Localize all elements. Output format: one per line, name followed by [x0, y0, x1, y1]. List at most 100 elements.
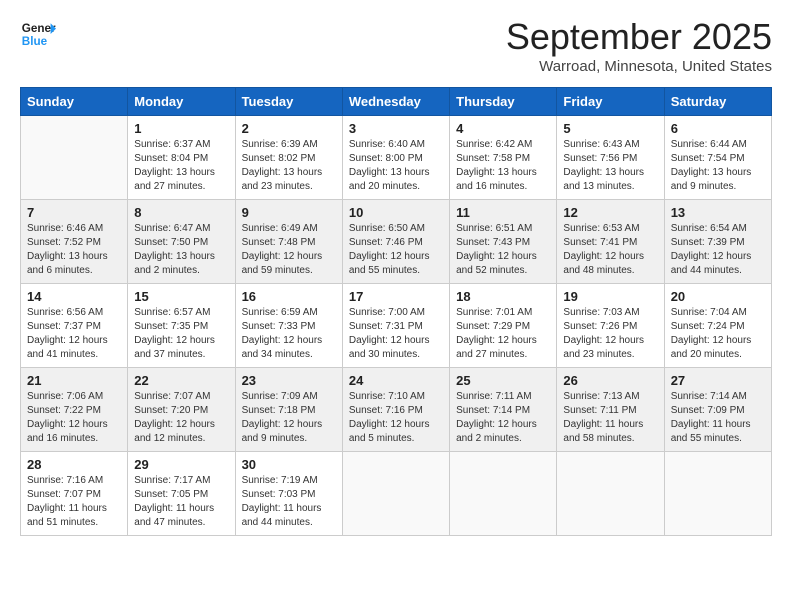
calendar-cell: 29 Sunrise: 7:17 AMSunset: 7:05 PMDayligh…	[128, 452, 235, 536]
logo: General Blue	[20, 16, 56, 52]
day-info: Sunrise: 6:56 AMSunset: 7:37 PMDaylight:…	[27, 306, 121, 362]
day-info: Sunrise: 7:03 AMSunset: 7:26 PMDaylight:…	[563, 306, 657, 362]
day-number: 20	[671, 289, 765, 304]
day-number: 4	[456, 121, 550, 136]
calendar-cell: 12 Sunrise: 6:53 AMSunset: 7:41 PMDayligh…	[557, 200, 664, 284]
day-number: 22	[134, 373, 228, 388]
calendar-cell	[450, 452, 557, 536]
calendar-table: SundayMondayTuesdayWednesdayThursdayFrid…	[20, 87, 772, 536]
day-number: 9	[242, 205, 336, 220]
day-info: Sunrise: 7:19 AMSunset: 7:03 PMDaylight:…	[242, 474, 336, 530]
day-info: Sunrise: 6:59 AMSunset: 7:33 PMDaylight:…	[242, 306, 336, 362]
calendar-cell	[557, 452, 664, 536]
svg-text:Blue: Blue	[22, 35, 48, 48]
day-info: Sunrise: 6:40 AMSunset: 8:00 PMDaylight:…	[349, 138, 443, 194]
day-info: Sunrise: 7:16 AMSunset: 7:07 PMDaylight:…	[27, 474, 121, 530]
calendar-cell: 4 Sunrise: 6:42 AMSunset: 7:58 PMDaylight…	[450, 116, 557, 200]
day-info: Sunrise: 6:44 AMSunset: 7:54 PMDaylight:…	[671, 138, 765, 194]
weekday-header-thursday: Thursday	[450, 88, 557, 116]
day-number: 27	[671, 373, 765, 388]
calendar-cell: 30 Sunrise: 7:19 AMSunset: 7:03 PMDayligh…	[235, 452, 342, 536]
day-info: Sunrise: 7:07 AMSunset: 7:20 PMDaylight:…	[134, 390, 228, 446]
calendar-cell: 22 Sunrise: 7:07 AMSunset: 7:20 PMDayligh…	[128, 368, 235, 452]
day-number: 10	[349, 205, 443, 220]
weekday-header-sunday: Sunday	[21, 88, 128, 116]
day-number: 16	[242, 289, 336, 304]
location-title: Warroad, Minnesota, United States	[506, 58, 772, 75]
day-number: 18	[456, 289, 550, 304]
day-info: Sunrise: 7:00 AMSunset: 7:31 PMDaylight:…	[349, 306, 443, 362]
day-info: Sunrise: 6:39 AMSunset: 8:02 PMDaylight:…	[242, 138, 336, 194]
calendar-cell: 18 Sunrise: 7:01 AMSunset: 7:29 PMDayligh…	[450, 284, 557, 368]
day-info: Sunrise: 7:09 AMSunset: 7:18 PMDaylight:…	[242, 390, 336, 446]
day-number: 15	[134, 289, 228, 304]
calendar-cell	[342, 452, 449, 536]
calendar-cell: 10 Sunrise: 6:50 AMSunset: 7:46 PMDayligh…	[342, 200, 449, 284]
day-info: Sunrise: 7:04 AMSunset: 7:24 PMDaylight:…	[671, 306, 765, 362]
day-info: Sunrise: 6:42 AMSunset: 7:58 PMDaylight:…	[456, 138, 550, 194]
day-number: 3	[349, 121, 443, 136]
calendar-cell: 9 Sunrise: 6:49 AMSunset: 7:48 PMDaylight…	[235, 200, 342, 284]
weekday-header-tuesday: Tuesday	[235, 88, 342, 116]
calendar-cell: 23Sunrise: 7:09 AMSunset: 7:18 PMDayligh…	[235, 368, 342, 452]
calendar-cell: 8Sunrise: 6:47 AMSunset: 7:50 PMDaylight…	[128, 200, 235, 284]
calendar-cell: 16 Sunrise: 6:59 AMSunset: 7:33 PMDayligh…	[235, 284, 342, 368]
calendar-cell	[664, 452, 771, 536]
weekday-header-monday: Monday	[128, 88, 235, 116]
calendar-cell: 26 Sunrise: 7:13 AMSunset: 7:11 PMDayligh…	[557, 368, 664, 452]
day-number: 25	[456, 373, 550, 388]
calendar-cell: 24 Sunrise: 7:10 AMSunset: 7:16 PMDayligh…	[342, 368, 449, 452]
day-number: 28	[27, 457, 121, 472]
day-number: 5	[563, 121, 657, 136]
day-number: 26	[563, 373, 657, 388]
calendar-cell: 28 Sunrise: 7:16 AMSunset: 7:07 PMDayligh…	[21, 452, 128, 536]
day-number: 14	[27, 289, 121, 304]
day-info: Sunrise: 7:10 AMSunset: 7:16 PMDaylight:…	[349, 390, 443, 446]
day-info: Sunrise: 7:01 AMSunset: 7:29 PMDaylight:…	[456, 306, 550, 362]
day-info: Sunrise: 6:54 AMSunset: 7:39 PMDaylight:…	[671, 222, 765, 278]
calendar-cell: 21 Sunrise: 7:06 AMSunset: 7:22 PMDayligh…	[21, 368, 128, 452]
day-info: Sunrise: 7:14 AMSunset: 7:09 PMDaylight:…	[671, 390, 765, 446]
calendar-cell: 19 Sunrise: 7:03 AMSunset: 7:26 PMDayligh…	[557, 284, 664, 368]
day-info: Sunrise: 6:49 AMSunset: 7:48 PMDaylight:…	[242, 222, 336, 278]
day-number: 29	[134, 457, 228, 472]
calendar-cell: 15Sunrise: 6:57 AMSunset: 7:35 PMDayligh…	[128, 284, 235, 368]
calendar-cell: 6 Sunrise: 6:44 AMSunset: 7:54 PMDaylight…	[664, 116, 771, 200]
weekday-header-saturday: Saturday	[664, 88, 771, 116]
day-number: 1	[134, 121, 228, 136]
day-number: 19	[563, 289, 657, 304]
weekday-header-wednesday: Wednesday	[342, 88, 449, 116]
month-title: September 2025	[506, 16, 772, 58]
title-block: September 2025 Warroad, Minnesota, Unite…	[506, 16, 772, 75]
day-number: 30	[242, 457, 336, 472]
day-info: Sunrise: 7:06 AMSunset: 7:22 PMDaylight:…	[27, 390, 121, 446]
day-info: Sunrise: 6:53 AMSunset: 7:41 PMDaylight:…	[563, 222, 657, 278]
day-number: 7	[27, 205, 121, 220]
day-number: 21	[27, 373, 121, 388]
day-number: 13	[671, 205, 765, 220]
day-info: Sunrise: 6:51 AMSunset: 7:43 PMDaylight:…	[456, 222, 550, 278]
calendar-cell: 17Sunrise: 7:00 AMSunset: 7:31 PMDayligh…	[342, 284, 449, 368]
day-info: Sunrise: 6:37 AMSunset: 8:04 PMDaylight:…	[134, 138, 228, 194]
day-info: Sunrise: 6:46 AMSunset: 7:52 PMDaylight:…	[27, 222, 121, 278]
calendar-cell: 11 Sunrise: 6:51 AMSunset: 7:43 PMDayligh…	[450, 200, 557, 284]
day-number: 11	[456, 205, 550, 220]
calendar-cell: 3 Sunrise: 6:40 AMSunset: 8:00 PMDaylight…	[342, 116, 449, 200]
day-number: 8	[134, 205, 228, 220]
weekday-header-friday: Friday	[557, 88, 664, 116]
calendar-cell: 1 Sunrise: 6:37 AMSunset: 8:04 PMDaylight…	[128, 116, 235, 200]
day-number: 24	[349, 373, 443, 388]
calendar-cell: 27 Sunrise: 7:14 AMSunset: 7:09 PMDayligh…	[664, 368, 771, 452]
day-info: Sunrise: 6:50 AMSunset: 7:46 PMDaylight:…	[349, 222, 443, 278]
calendar-cell: 13 Sunrise: 6:54 AMSunset: 7:39 PMDayligh…	[664, 200, 771, 284]
day-info: Sunrise: 7:11 AMSunset: 7:14 PMDaylight:…	[456, 390, 550, 446]
day-number: 12	[563, 205, 657, 220]
calendar-cell: 20 Sunrise: 7:04 AMSunset: 7:24 PMDayligh…	[664, 284, 771, 368]
day-info: Sunrise: 7:13 AMSunset: 7:11 PMDaylight:…	[563, 390, 657, 446]
day-info: Sunrise: 6:43 AMSunset: 7:56 PMDaylight:…	[563, 138, 657, 194]
calendar-cell: 25 Sunrise: 7:11 AMSunset: 7:14 PMDayligh…	[450, 368, 557, 452]
day-number: 2	[242, 121, 336, 136]
calendar-cell: 5 Sunrise: 6:43 AMSunset: 7:56 PMDaylight…	[557, 116, 664, 200]
day-number: 6	[671, 121, 765, 136]
day-info: Sunrise: 7:17 AMSunset: 7:05 PMDaylight:…	[134, 474, 228, 530]
